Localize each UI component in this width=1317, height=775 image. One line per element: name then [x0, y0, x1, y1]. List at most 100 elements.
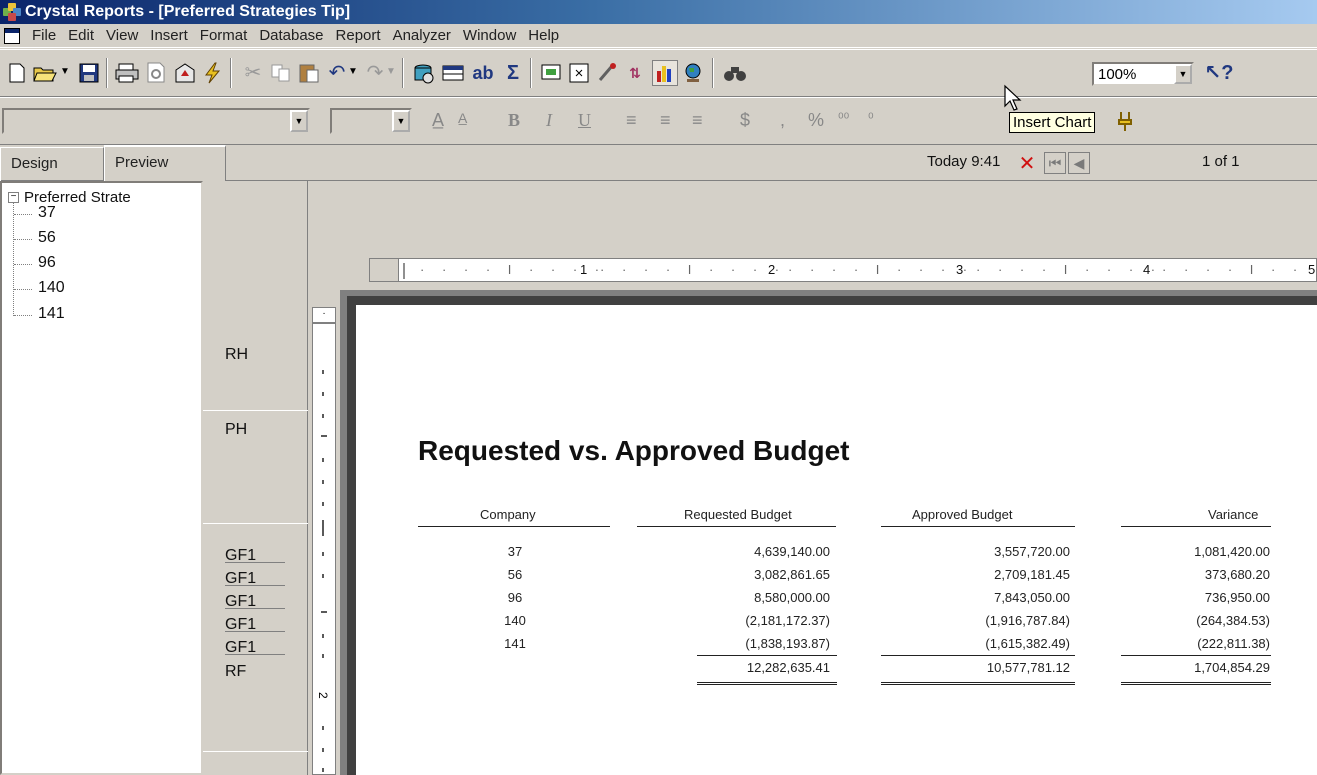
cross-tab-icon[interactable]: [566, 60, 592, 86]
cell-variance: 1,081,420.00: [1194, 544, 1270, 559]
insert-map-icon[interactable]: [680, 60, 706, 86]
ruler-ticks: · · · · I · · · ·: [976, 262, 1163, 277]
sort-icon[interactable]: ⇅: [622, 60, 648, 86]
bold-icon[interactable]: B: [508, 110, 520, 131]
redo-icon[interactable]: ↷: [362, 60, 388, 86]
menu-window[interactable]: Window: [457, 25, 522, 47]
tab-design[interactable]: Design: [0, 147, 104, 181]
underline-icon[interactable]: U: [578, 110, 591, 131]
zoom-select[interactable]: 100% ▼: [1092, 62, 1194, 86]
tab-preview[interactable]: Preview: [104, 145, 226, 181]
section-label-rh[interactable]: RH: [225, 346, 248, 364]
section-label-gf1[interactable]: GF1: [225, 570, 256, 588]
section-label-gf1[interactable]: GF1: [225, 547, 256, 565]
comma-icon[interactable]: ,: [780, 110, 785, 131]
insert-chart-icon[interactable]: [652, 60, 678, 86]
menu-file[interactable]: File: [26, 25, 62, 47]
section-label-gf1[interactable]: GF1: [225, 616, 256, 634]
mouse-cursor-icon: [1004, 84, 1022, 111]
ruler-corner: ·: [312, 307, 336, 323]
align-right-icon[interactable]: ≡: [692, 110, 703, 131]
refresh-icon[interactable]: [200, 60, 226, 86]
cell-variance: 373,680.20: [1204, 567, 1270, 582]
tree-item[interactable]: 96: [38, 254, 56, 272]
redo-dropdown-icon[interactable]: ▼: [386, 66, 396, 77]
font-size-select[interactable]: ▼: [330, 108, 412, 134]
ruler-corner: [369, 258, 399, 282]
ruler-mark: 5: [1308, 262, 1316, 277]
new-icon[interactable]: [4, 60, 30, 86]
section-label-rf[interactable]: RF: [225, 663, 246, 681]
align-center-icon[interactable]: ≡: [660, 110, 671, 131]
tree-item[interactable]: 37: [38, 204, 56, 222]
open-icon[interactable]: [32, 60, 58, 86]
zoom-dropdown-icon[interactable]: ▼: [1174, 64, 1192, 84]
save-icon[interactable]: [76, 60, 102, 86]
tree-item[interactable]: 56: [38, 229, 56, 247]
insert-subreport-icon[interactable]: [538, 60, 564, 86]
find-icon[interactable]: [722, 60, 748, 86]
undo-dropdown-icon[interactable]: ▼: [348, 66, 358, 77]
align-left-icon[interactable]: ≡: [626, 110, 637, 131]
tree-connector: [14, 239, 32, 240]
font-name-select[interactable]: ▼: [2, 108, 310, 134]
section-label-gf1[interactable]: GF1: [225, 593, 256, 611]
standard-toolbar: ▼ ✂ ↶ ▼ ↷ ▼ ab Σ ⇅ 100% ▼ ↖?: [0, 49, 1317, 97]
section-label-gf1[interactable]: GF1: [225, 639, 256, 657]
tree-item[interactable]: 141: [38, 305, 65, 323]
text-object-icon[interactable]: ab: [470, 60, 496, 86]
crystal-reports-icon: [3, 3, 21, 21]
decrease-font-icon[interactable]: A̲: [458, 110, 467, 126]
section-label-ph[interactable]: PH: [225, 421, 247, 439]
summary-icon[interactable]: Σ: [500, 60, 526, 86]
tabs-row: Design Preview Today 9:41 ✕ ⏮ ◀ 1 of 1: [0, 145, 1317, 181]
header-underline: [418, 526, 610, 527]
print-icon[interactable]: [114, 60, 140, 86]
increase-decimals-icon[interactable]: ⁰⁰: [838, 110, 849, 127]
first-page-icon[interactable]: ⏮: [1044, 152, 1066, 174]
cell-requested: (2,181,172.37): [745, 613, 830, 628]
export-icon[interactable]: [172, 60, 198, 86]
paste-icon[interactable]: [296, 60, 322, 86]
menu-help[interactable]: Help: [522, 25, 565, 47]
stop-icon[interactable]: ✕: [1016, 152, 1038, 175]
header-underline: [1121, 526, 1271, 527]
total-rule: [1121, 655, 1271, 656]
menu-view[interactable]: View: [100, 25, 144, 47]
help-icon[interactable]: ↖?: [1205, 60, 1234, 86]
menu-insert[interactable]: Insert: [144, 25, 194, 47]
previous-page-icon[interactable]: ◀: [1068, 152, 1090, 174]
formula-icon[interactable]: [594, 60, 620, 86]
undo-icon[interactable]: ↶: [324, 60, 350, 86]
insert-group-icon[interactable]: [440, 60, 466, 86]
size-dropdown-icon[interactable]: ▼: [392, 110, 410, 132]
total-rule: [881, 655, 1075, 656]
section-gutter: RH PH GF1 GF1 GF1 GF1 GF1 RF: [203, 181, 308, 775]
decrease-decimals-icon[interactable]: ⁰: [868, 110, 874, 127]
data-date-label: Today 9:41: [927, 153, 1001, 170]
print-preview-icon[interactable]: [144, 60, 170, 86]
font-dropdown-icon[interactable]: ▼: [290, 110, 308, 132]
menu-edit[interactable]: Edit: [62, 25, 100, 47]
header-requested-budget: Requested Budget: [684, 507, 792, 522]
total-double-rule: [697, 682, 837, 685]
tools-icon[interactable]: [1112, 108, 1138, 134]
currency-icon[interactable]: $: [740, 110, 750, 131]
svg-text:2: 2: [316, 692, 330, 699]
tree-item[interactable]: 140: [38, 279, 65, 297]
copy-icon[interactable]: [268, 60, 294, 86]
collapse-icon[interactable]: −: [8, 192, 19, 203]
italic-icon[interactable]: I: [546, 110, 552, 131]
separator: [402, 58, 404, 88]
menu-analyzer[interactable]: Analyzer: [387, 25, 457, 47]
percent-icon[interactable]: %: [808, 110, 824, 131]
menu-database[interactable]: Database: [253, 25, 329, 47]
tree-root[interactable]: − Preferred Strate: [8, 189, 131, 206]
increase-font-icon[interactable]: A̲: [432, 110, 444, 131]
database-expert-icon[interactable]: [410, 60, 436, 86]
menu-format[interactable]: Format: [194, 25, 254, 47]
cut-icon[interactable]: ✂: [240, 60, 266, 86]
document-icon[interactable]: [4, 27, 20, 44]
open-dropdown-icon[interactable]: ▼: [60, 66, 70, 77]
menu-report[interactable]: Report: [330, 25, 387, 47]
